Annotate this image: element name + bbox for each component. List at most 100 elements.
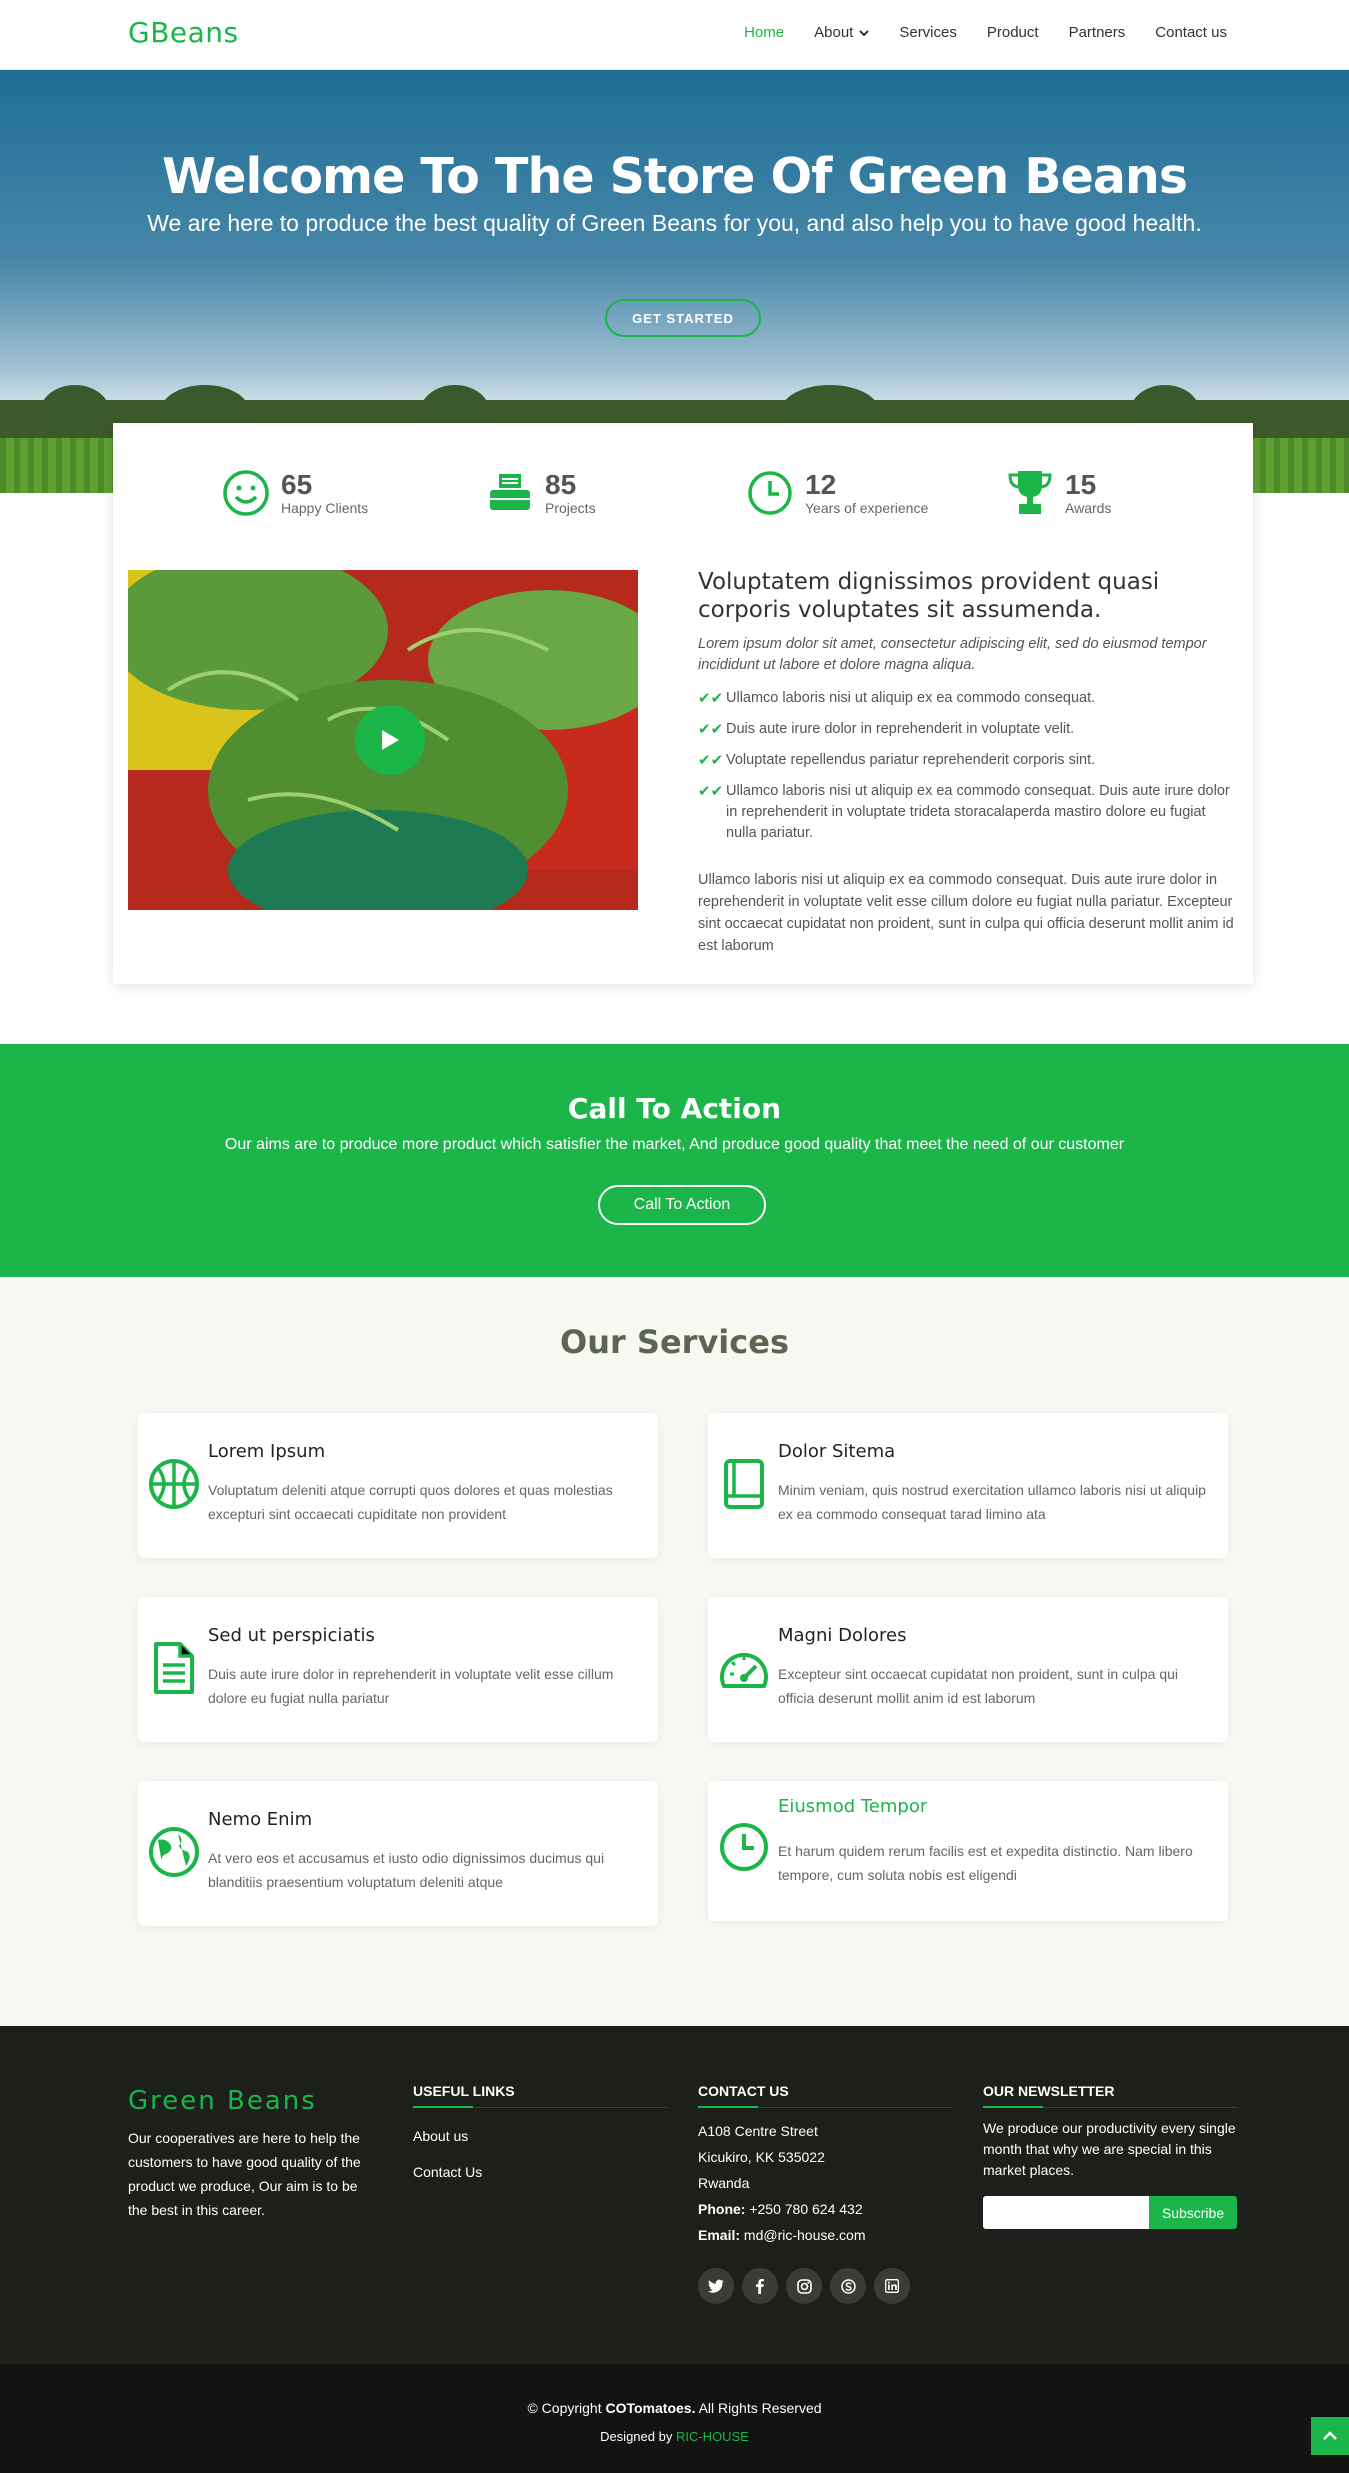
service-text: Voluptatum deleniti atque corrupti quos … <box>208 1482 613 1522</box>
designer-link[interactable]: RIC-HOUSE <box>676 2429 749 2444</box>
cta-button[interactable]: Call To Action <box>598 1185 766 1225</box>
about-section: 65 Happy Clients 85 Projects 12 Years of ex… <box>113 423 1253 984</box>
address-line: Kicukiro, KK 535022 <box>698 2149 825 2165</box>
address-line: Rwanda <box>698 2175 750 2191</box>
service-card[interactable]: Eiusmod Tempor Et harum quidem rerum fac… <box>708 1781 1228 1921</box>
facebook-icon[interactable] <box>742 2268 778 2304</box>
play-icon <box>382 730 399 750</box>
count-number: 85 <box>545 469 577 500</box>
service-card[interactable]: Sed ut perspiciatis Duis aute irure dolo… <box>138 1597 658 1742</box>
count-number: 15 <box>1065 469 1097 500</box>
printer-icon <box>485 468 535 518</box>
nav-product[interactable]: Product <box>987 24 1039 41</box>
chevron-down-icon <box>859 29 870 36</box>
footer-link-contact[interactable]: Contact Us <box>413 2164 667 2180</box>
useful-links-title: USEFUL LINKS <box>413 2083 667 2108</box>
count-label: Happy Clients <box>281 500 369 516</box>
footer-link-about[interactable]: About us <box>413 2128 667 2144</box>
service-title: Nemo Enim <box>208 1809 313 1830</box>
copyright-bar: © Copyright COTomatoes. All Rights Reser… <box>0 2364 1349 2473</box>
list-item: ✔✔ Voluptate repellendus pariatur reprehe… <box>698 750 1238 771</box>
service-text: Duis aute irure dolor in reprehenderit i… <box>208 1666 614 1706</box>
back-to-top-button[interactable] <box>1311 2417 1349 2455</box>
copyright-text: © Copyright COTomatoes. All Rights Reser… <box>0 2400 1349 2416</box>
newsletter-email-input[interactable] <box>983 2196 1149 2229</box>
contact-address: A108 Centre Street Kicukiro, KK 535022 R… <box>698 2118 952 2248</box>
instagram-icon[interactable] <box>786 2268 822 2304</box>
email-value[interactable]: md@ric-house.com <box>744 2227 866 2243</box>
service-card[interactable]: Nemo Enim At vero eos et accusamus et iu… <box>138 1781 658 1926</box>
copyright-brand: COTomatoes. <box>605 2400 696 2416</box>
list-item-text: Duis aute irure dolor in reprehenderit i… <box>726 721 1075 737</box>
linkedin-icon[interactable] <box>874 2268 910 2304</box>
nav-services[interactable]: Services <box>899 24 957 41</box>
nav-home[interactable]: Home <box>744 24 784 41</box>
contact-title: CONTACT US <box>698 2083 952 2108</box>
service-card[interactable]: Dolor Sitema Minim veniam, quis nostrud … <box>708 1413 1228 1558</box>
clock-icon <box>718 1821 770 1873</box>
about-paragraph: Ullamco laboris nisi ut aliquip ex ea co… <box>698 872 1234 954</box>
contact-email: Email: md@ric-house.com <box>698 2222 952 2248</box>
service-title: Lorem Ipsum <box>208 1441 326 1462</box>
footer-logo: Green Beans <box>128 2086 317 2116</box>
double-check-icon: ✔✔ <box>698 752 724 769</box>
nav-contact[interactable]: Contact us <box>1155 24 1227 41</box>
list-item-text: Ullamco laboris nisi ut aliquip ex ea co… <box>726 690 1096 706</box>
subscribe-button[interactable]: Subscribe <box>1149 2196 1237 2229</box>
service-title: Magni Dolores <box>778 1625 907 1646</box>
count-years: 12 Years of experience <box>745 468 928 518</box>
double-check-icon: ✔✔ <box>698 783 724 800</box>
copyright-rights: All Rights Reserved <box>698 2400 822 2416</box>
cta-text: Our aims are to produce more product whi… <box>224 1136 1125 1153</box>
skype-icon[interactable] <box>830 2268 866 2304</box>
newsletter-title: OUR NEWSLETTER <box>983 2083 1237 2108</box>
nav-partners[interactable]: Partners <box>1069 24 1126 41</box>
about-list: ✔✔ Ullamco laboris nisi ut aliquip ex ea … <box>698 688 1238 844</box>
double-check-icon: ✔✔ <box>698 721 724 738</box>
service-card[interactable]: Magni Dolores Excepteur sint occaecat cu… <box>708 1597 1228 1742</box>
about-text: Voluptatem dignissimos provident quasi c… <box>698 568 1238 957</box>
service-card[interactable]: Lorem Ipsum Voluptatum deleniti atque co… <box>138 1413 658 1558</box>
nav-about[interactable]: About <box>814 24 870 41</box>
count-projects: 85 Projects <box>485 468 596 518</box>
social-links <box>698 2268 952 2304</box>
nav-about-label: About <box>814 24 854 41</box>
site-header: GBeans Home About Services Product Partn… <box>0 0 1349 70</box>
chevron-up-icon <box>1323 2431 1337 2440</box>
address-line: A108 Centre Street <box>698 2123 818 2139</box>
hero-tree <box>40 385 110 440</box>
count-happy-clients: 65 Happy Clients <box>221 468 368 518</box>
contact-phone: Phone: +250 780 624 432 <box>698 2196 952 2222</box>
newsletter-column: OUR NEWSLETTER We produce our productivi… <box>983 2083 1237 2229</box>
hero-title: Welcome To The Store Of Green Beans <box>162 148 1188 205</box>
main-nav: Home About Services Product Partners Con… <box>744 24 1227 41</box>
count-number: 12 <box>805 469 837 500</box>
site-footer: Green Beans Our cooperatives are here to… <box>0 2026 1349 2364</box>
contact-column: CONTACT US A108 Centre Street Kicukiro, … <box>698 2083 952 2304</box>
list-item-text: Ullamco laboris nisi ut aliquip ex ea co… <box>726 783 1230 841</box>
useful-links-column: USEFUL LINKS About us Contact Us <box>413 2083 667 2180</box>
get-started-button[interactable]: GET STARTED <box>605 299 761 337</box>
service-text: Minim veniam, quis nostrud exercitation … <box>778 1482 1206 1522</box>
clock-icon <box>745 468 795 518</box>
list-item: ✔✔ Duis aute irure dolor in reprehenderit… <box>698 719 1238 740</box>
about-title: Voluptatem dignissimos provident quasi c… <box>698 569 1160 623</box>
copyright-prefix: © Copyright <box>527 2400 602 2416</box>
twitter-icon[interactable] <box>698 2268 734 2304</box>
count-label: Awards <box>1065 500 1112 516</box>
basketball-icon <box>148 1458 200 1510</box>
service-text: At vero eos et accusamus et iusto odio d… <box>208 1850 605 1890</box>
document-icon <box>148 1642 200 1694</box>
count-label: Projects <box>545 500 596 516</box>
call-to-action-section: Call To Action Our aims are to produce m… <box>0 1044 1349 1277</box>
count-number: 65 <box>281 469 313 500</box>
play-button[interactable] <box>355 705 425 775</box>
phone-value: +250 780 624 432 <box>749 2201 863 2217</box>
count-awards: 15 Awards <box>1005 468 1111 518</box>
video-thumbnail[interactable] <box>128 570 638 910</box>
site-logo[interactable]: GBeans <box>128 16 239 49</box>
book-icon <box>718 1458 770 1510</box>
counts-row: 65 Happy Clients 85 Projects 12 Years of ex… <box>113 468 1253 528</box>
list-item: ✔✔ Ullamco laboris nisi ut aliquip ex ea … <box>698 688 1238 709</box>
globe-icon <box>148 1826 200 1878</box>
